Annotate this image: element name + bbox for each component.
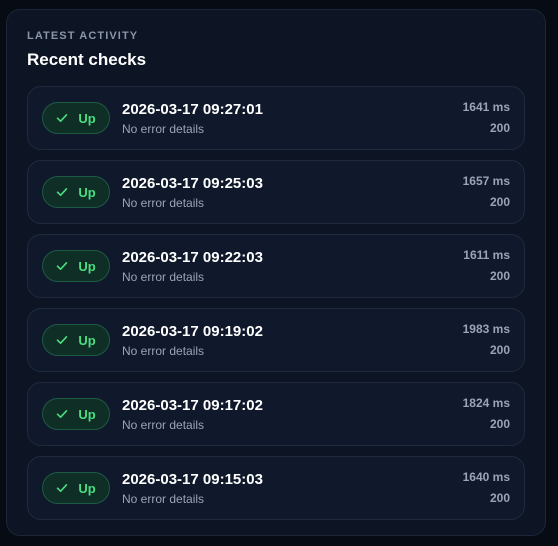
status-badge: Up — [42, 176, 110, 208]
check-duration: 1611 ms — [463, 248, 510, 262]
check-error: No error details — [122, 492, 205, 506]
check-http-code: 200 — [489, 491, 510, 505]
check-http-code: 200 — [489, 417, 510, 431]
check-row[interactable]: Up 2026-03-17 09:22:03 No error details … — [27, 234, 525, 298]
check-duration: 1657 ms — [462, 174, 510, 188]
check-row[interactable]: Up 2026-03-17 09:27:01 No error details … — [27, 86, 525, 150]
status-label: Up — [78, 332, 96, 348]
check-row[interactable]: Up 2026-03-17 09:15:03 No error details … — [27, 456, 525, 520]
status-label: Up — [78, 258, 96, 274]
check-error: No error details — [122, 196, 205, 210]
status-badge: Up — [42, 102, 110, 134]
check-error: No error details — [122, 270, 205, 284]
check-icon — [57, 484, 68, 492]
check-error: No error details — [122, 122, 205, 136]
check-icon — [57, 262, 68, 270]
check-http-code: 200 — [489, 121, 510, 135]
check-http-code: 200 — [489, 269, 510, 283]
section-title: Recent checks — [27, 50, 147, 69]
status-badge: Up — [42, 250, 110, 282]
status-badge: Up — [42, 324, 110, 356]
check-icon — [57, 114, 68, 122]
check-timestamp: 2026-03-17 09:17:02 — [122, 397, 263, 414]
check-icon — [57, 336, 68, 344]
status-label: Up — [78, 184, 96, 200]
check-icon — [57, 188, 68, 196]
check-duration: 1824 ms — [462, 396, 510, 410]
check-timestamp: 2026-03-17 09:27:01 — [122, 101, 263, 118]
checks-list: Up 2026-03-17 09:27:01 No error details … — [27, 86, 525, 530]
check-timestamp: 2026-03-17 09:15:03 — [122, 471, 263, 488]
check-row[interactable]: Up 2026-03-17 09:17:02 No error details … — [27, 382, 525, 446]
status-label: Up — [78, 406, 96, 422]
check-duration: 1641 ms — [462, 100, 510, 114]
check-duration: 1640 ms — [462, 470, 510, 484]
check-timestamp: 2026-03-17 09:19:02 — [122, 323, 263, 340]
section-eyebrow: LATEST ACTIVITY — [27, 30, 139, 42]
status-label: Up — [78, 480, 96, 496]
check-icon — [57, 410, 68, 418]
check-row[interactable]: Up 2026-03-17 09:19:02 No error details … — [27, 308, 525, 372]
status-label: Up — [78, 110, 96, 126]
status-badge: Up — [42, 398, 110, 430]
recent-checks-panel: LATEST ACTIVITY Recent checks Up 2026-03… — [6, 9, 546, 536]
check-timestamp: 2026-03-17 09:22:03 — [122, 249, 263, 266]
check-timestamp: 2026-03-17 09:25:03 — [122, 175, 263, 192]
status-badge: Up — [42, 472, 110, 504]
check-row[interactable]: Up 2026-03-17 09:25:03 No error details … — [27, 160, 525, 224]
check-duration: 1983 ms — [462, 322, 510, 336]
check-error: No error details — [122, 344, 205, 358]
check-http-code: 200 — [489, 343, 510, 357]
check-error: No error details — [122, 418, 205, 432]
check-http-code: 200 — [489, 195, 510, 209]
